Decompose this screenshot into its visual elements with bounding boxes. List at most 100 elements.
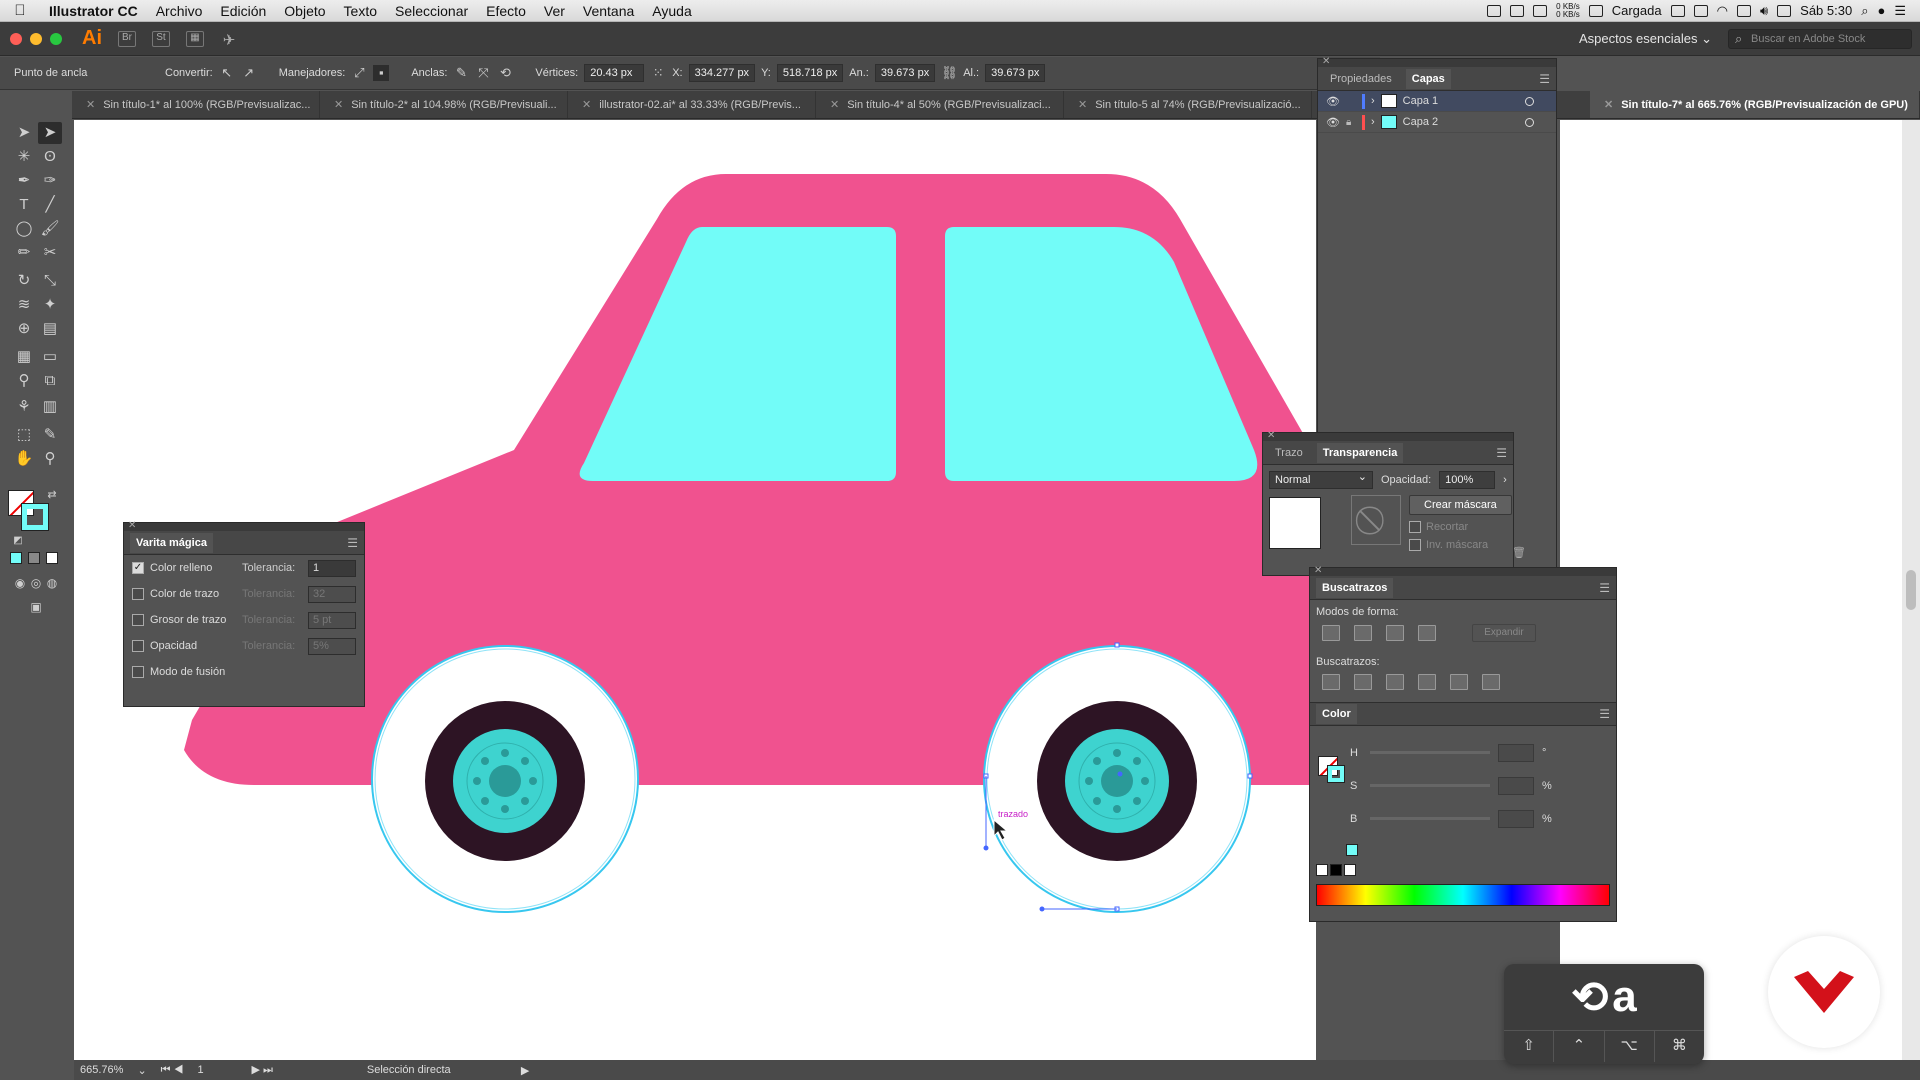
close-tab-icon[interactable]: ✕ bbox=[1078, 99, 1087, 111]
close-panel-icon[interactable]: ✕ bbox=[1267, 430, 1275, 441]
panel-menu-icon[interactable]: ☰ bbox=[1599, 581, 1610, 595]
unite-icon[interactable] bbox=[1322, 625, 1340, 641]
color-spectrum[interactable] bbox=[1316, 884, 1610, 906]
swap-fill-stroke-icon[interactable]: ⇄ bbox=[40, 484, 64, 506]
wifi-icon[interactable]: ◠ bbox=[1717, 3, 1728, 19]
minimize-window-button[interactable] bbox=[30, 32, 42, 45]
close-tab-icon[interactable]: ✕ bbox=[334, 99, 343, 111]
tab-document-1[interactable]: ✕ Sin título-1* al 100% (RGB/Previsualiza… bbox=[72, 91, 320, 118]
chevron-down-icon[interactable]: ⌄ bbox=[137, 1064, 146, 1077]
menu-ayuda[interactable]: Ayuda bbox=[643, 3, 700, 19]
minus-front-icon[interactable] bbox=[1354, 625, 1372, 641]
gradient-mode-icon[interactable] bbox=[28, 552, 40, 564]
tab-document-active[interactable]: ✕ Sin título-7* al 665.76% (RGB/Previsual… bbox=[1590, 91, 1920, 118]
close-tab-icon[interactable]: ✕ bbox=[86, 99, 95, 111]
link-proportions-icon[interactable]: ⛓ bbox=[941, 65, 958, 81]
menu-ventana[interactable]: Ventana bbox=[574, 3, 643, 19]
expand-chevron-icon[interactable]: › bbox=[1371, 116, 1375, 128]
width-field[interactable]: 39.673 px bbox=[874, 64, 936, 82]
bridge-icon[interactable]: Br bbox=[118, 30, 136, 47]
close-panel-icon[interactable]: ✕ bbox=[1314, 565, 1322, 576]
dropbox-icon[interactable] bbox=[1670, 4, 1685, 17]
height-field[interactable]: 39.673 px bbox=[985, 64, 1046, 82]
perspective-grid-tool-icon[interactable]: ▤ bbox=[38, 318, 62, 340]
gradient-tool-icon[interactable]: ▭ bbox=[38, 346, 62, 368]
merge-icon[interactable] bbox=[1386, 674, 1404, 690]
battery-icon[interactable] bbox=[1777, 4, 1792, 17]
pen-tool-icon[interactable]: ✒ bbox=[12, 170, 36, 192]
hue-field[interactable] bbox=[1498, 743, 1534, 762]
layer-row-2[interactable]: 👁︎ 🔒︎ › Capa 2 bbox=[1318, 112, 1556, 133]
stroke-color-checkbox[interactable] bbox=[132, 588, 144, 600]
spotlight-icon[interactable]: ⌕ bbox=[1861, 3, 1868, 19]
app-menu[interactable]: Illustrator CC bbox=[40, 3, 147, 19]
color-mode-icon[interactable] bbox=[10, 552, 22, 564]
layer-name[interactable]: Capa 1 bbox=[1403, 95, 1438, 107]
direct-selection-tool-icon[interactable]: ➤ bbox=[38, 122, 62, 144]
symbol-sprayer-tool-icon[interactable]: ⚘ bbox=[12, 396, 36, 418]
scissors-tool-icon[interactable]: ✂ bbox=[38, 242, 62, 264]
record-icon[interactable] bbox=[1487, 4, 1502, 17]
magic-wand-tool-icon[interactable]: ✳ bbox=[12, 146, 36, 168]
reference-point-icon[interactable]: ⁙ bbox=[650, 65, 666, 81]
tab-magic-wand[interactable]: Varita mágica bbox=[130, 532, 213, 553]
y-field[interactable]: 518.718 px bbox=[776, 64, 844, 82]
corners-field[interactable]: 20.43 px bbox=[584, 64, 645, 82]
mesh-tool-icon[interactable]: ▦ bbox=[12, 346, 36, 368]
type-tool-icon[interactable]: T bbox=[12, 194, 36, 216]
tab-layers[interactable]: Capas bbox=[1405, 68, 1451, 89]
airplay-icon[interactable] bbox=[1736, 4, 1751, 17]
puppet-warp-tool-icon[interactable]: ✦ bbox=[38, 294, 62, 316]
tab-document-4[interactable]: ✕ Sin título-4* al 50% (RGB/Previsualizac… bbox=[816, 91, 1064, 118]
close-tab-icon[interactable]: ✕ bbox=[582, 99, 591, 111]
scale-tool-icon[interactable]: ⤡ bbox=[38, 270, 62, 292]
screen-mode-icon[interactable]: ▣ bbox=[24, 596, 48, 618]
target-circle-icon[interactable] bbox=[1525, 117, 1534, 127]
clock[interactable]: Sáb 5:30 bbox=[1800, 3, 1852, 18]
minus-back-icon[interactable] bbox=[1482, 674, 1500, 690]
artboard-nav-prev-icon[interactable]: ⏮ ◀ bbox=[161, 1064, 184, 1077]
paintbrush-tool-icon[interactable]: 🖌︎ bbox=[38, 218, 62, 240]
cut-path-icon[interactable]: ⟲ bbox=[497, 65, 513, 81]
zoom-level[interactable]: 665.76% bbox=[80, 1064, 123, 1076]
blend-mode-checkbox[interactable] bbox=[132, 666, 144, 678]
saturation-slider[interactable] bbox=[1370, 784, 1490, 787]
zoom-tool-icon[interactable]: ⚲ bbox=[38, 448, 62, 470]
opacity-checkbox[interactable] bbox=[132, 640, 144, 652]
panel-menu-icon[interactable]: ☰ bbox=[347, 536, 358, 550]
cloud-icon[interactable] bbox=[1693, 4, 1708, 17]
blend-mode-select[interactable]: Normal bbox=[1269, 470, 1373, 489]
workspace-switcher[interactable]: Aspectos esenciales ⌄ bbox=[1579, 31, 1712, 47]
ellipse-tool-icon[interactable]: ◯ bbox=[12, 218, 36, 240]
brightness-field[interactable] bbox=[1498, 809, 1534, 828]
current-tool-status[interactable]: Selección directa bbox=[367, 1064, 507, 1076]
zoom-window-button[interactable] bbox=[50, 32, 62, 45]
volume-icon[interactable]: 🔊︎ bbox=[1760, 3, 1768, 19]
tab-color[interactable]: Color bbox=[1316, 704, 1357, 724]
menu-edicion[interactable]: Edición bbox=[211, 3, 275, 19]
menu-objeto[interactable]: Objeto bbox=[275, 3, 334, 19]
stroke-swatch[interactable] bbox=[21, 503, 49, 531]
show-handles-icon[interactable]: ⤢ bbox=[351, 65, 367, 81]
chevron-right-icon[interactable]: › bbox=[1503, 474, 1507, 486]
tab-document-2[interactable]: ✕ Sin título-2* al 104.98% (RGB/Previsual… bbox=[320, 91, 568, 118]
close-tab-icon[interactable]: ✕ bbox=[1604, 99, 1613, 111]
crop-icon[interactable] bbox=[1418, 674, 1436, 690]
selection-tool-icon[interactable]: ➤ bbox=[12, 122, 36, 144]
slice-tool-icon[interactable]: ✎ bbox=[38, 424, 62, 446]
menu-efecto[interactable]: Efecto bbox=[477, 3, 535, 19]
blend-tool-icon[interactable]: ⧉ bbox=[38, 370, 62, 392]
hue-slider[interactable] bbox=[1370, 751, 1490, 754]
lock-icon[interactable]: 🔒︎ bbox=[1346, 117, 1356, 128]
convert-smooth-icon[interactable]: ↗ bbox=[241, 65, 257, 81]
brightness-slider[interactable] bbox=[1370, 817, 1490, 820]
tab-pathfinder[interactable]: Buscatrazos bbox=[1316, 577, 1394, 598]
menu-archivo[interactable]: Archivo bbox=[147, 3, 212, 19]
connect-anchor-icon[interactable]: ⤧ bbox=[475, 65, 491, 81]
eyedropper-tool-icon[interactable]: ⚲ bbox=[12, 370, 36, 392]
intersect-icon[interactable] bbox=[1386, 625, 1404, 641]
width-tool-icon[interactable]: ≋ bbox=[12, 294, 36, 316]
line-tool-icon[interactable]: ╱ bbox=[38, 194, 62, 216]
hide-handles-icon[interactable]: ▪ bbox=[373, 65, 390, 81]
x-field[interactable]: 334.277 px bbox=[688, 64, 756, 82]
